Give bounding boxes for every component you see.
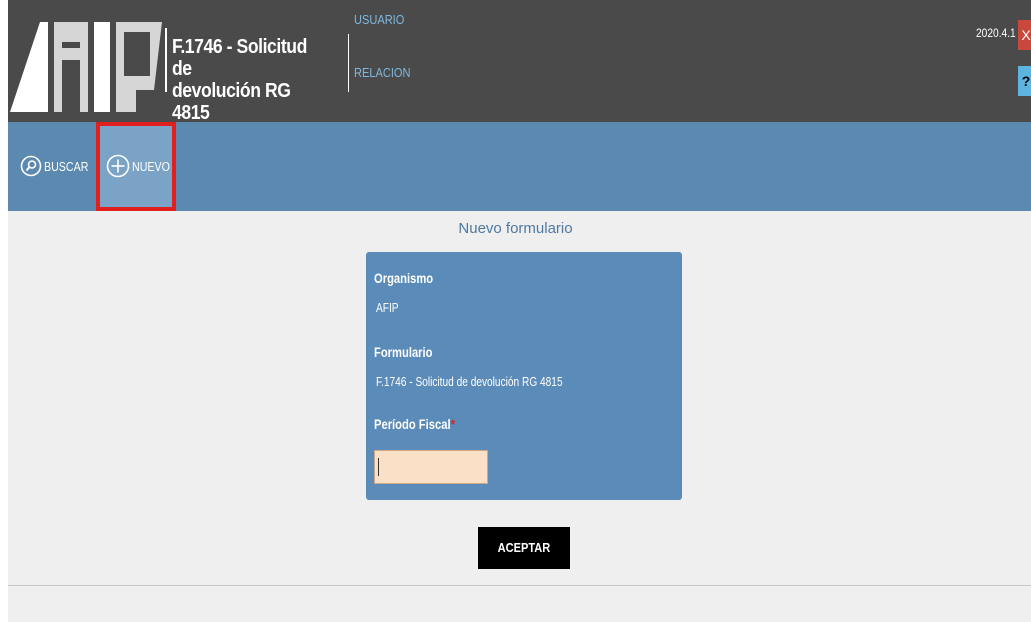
help-button[interactable]: ? bbox=[1018, 66, 1031, 96]
aceptar-label: ACEPTAR bbox=[497, 540, 551, 555]
nav-relacion-link[interactable]: RELACION bbox=[354, 65, 410, 80]
periodo-fiscal-input[interactable] bbox=[374, 450, 488, 484]
header-bar: F.1746 - Solicitud de devolución RG 4815… bbox=[8, 0, 1031, 124]
nav-usuario-link[interactable]: USUARIO bbox=[354, 12, 404, 27]
buscar-label: BUSCAR bbox=[44, 158, 89, 174]
organismo-label: Organismo bbox=[374, 270, 434, 286]
periodo-fiscal-label: Período Fiscal* bbox=[374, 416, 455, 432]
form-title: Nuevo formulario bbox=[458, 220, 573, 237]
nuevo-button[interactable]: NUEVO bbox=[106, 146, 178, 186]
bottom-divider bbox=[8, 585, 1031, 586]
nuevo-label: NUEVO bbox=[132, 158, 170, 174]
app-title: F.1746 - Solicitud de devolución RG 4815 bbox=[172, 36, 307, 124]
nav-divider bbox=[348, 34, 349, 92]
required-marker: * bbox=[450, 416, 455, 432]
plus-circle-icon bbox=[106, 154, 130, 178]
toolbar: BUSCAR NUEVO bbox=[8, 122, 1031, 211]
search-icon bbox=[20, 155, 42, 177]
periodo-fiscal-label-text: Período Fiscal bbox=[374, 416, 451, 432]
organismo-value: AFIP bbox=[376, 300, 399, 315]
formulario-value: F.1746 - Solicitud de devolución RG 4815 bbox=[376, 374, 563, 389]
afip-logo bbox=[10, 22, 162, 112]
app-frame: F.1746 - Solicitud de devolución RG 4815… bbox=[8, 0, 1031, 622]
buscar-button[interactable]: BUSCAR bbox=[20, 146, 98, 186]
logo-divider bbox=[165, 28, 167, 92]
form-panel: Organismo AFIP Formulario F.1746 - Solic… bbox=[366, 252, 682, 500]
aceptar-button[interactable]: ACEPTAR bbox=[478, 527, 570, 569]
text-caret bbox=[378, 458, 379, 476]
version-label: 2020.4.1 bbox=[976, 26, 1016, 40]
close-button[interactable]: X bbox=[1018, 20, 1031, 50]
formulario-label: Formulario bbox=[374, 344, 433, 360]
